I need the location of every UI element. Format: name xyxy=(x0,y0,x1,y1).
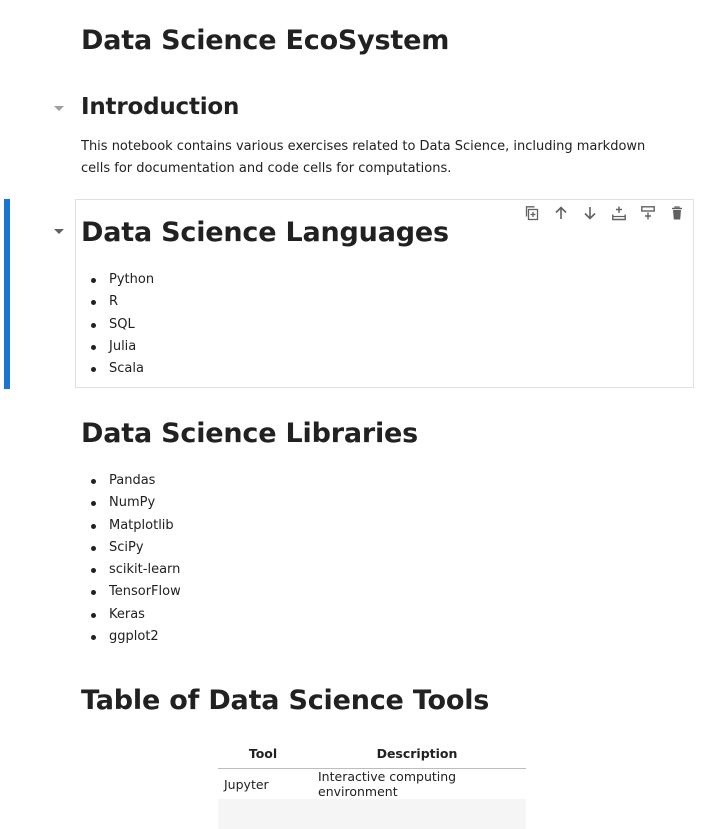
insert-cell-below-icon xyxy=(641,206,655,220)
list-item: SciPy xyxy=(81,537,681,559)
languages-heading: Data Science Languages xyxy=(81,217,449,248)
move-down-icon xyxy=(584,207,596,220)
languages-list: Python R SQL Julia Scala xyxy=(81,269,511,380)
list-item: scikit-learn xyxy=(81,559,681,581)
libraries-heading: Data Science Libraries xyxy=(81,418,418,449)
list-item: R xyxy=(81,291,511,313)
insert-cell-above-button[interactable] xyxy=(609,203,629,223)
list-item: Julia xyxy=(81,336,511,358)
list-item: SQL xyxy=(81,314,511,336)
introduction-cell[interactable]: Introduction This notebook contains vari… xyxy=(81,92,681,180)
move-down-button[interactable] xyxy=(580,203,600,223)
move-up-button[interactable] xyxy=(551,203,571,223)
introduction-paragraph: This notebook contains various exercises… xyxy=(81,139,646,176)
column-header-description: Description xyxy=(308,738,526,769)
collapse-introduction-icon[interactable] xyxy=(54,106,64,111)
table-cell xyxy=(308,799,526,829)
collapse-languages-icon[interactable] xyxy=(54,229,64,234)
duplicate-cell-icon xyxy=(525,206,539,221)
delete-cell-icon xyxy=(672,206,682,220)
insert-cell-below-button[interactable] xyxy=(638,203,658,223)
notebook-title: Data Science EcoSystem xyxy=(81,25,450,56)
cell-toolbar xyxy=(522,203,687,223)
libraries-cell[interactable]: Data Science Libraries Pandas NumPy Matp… xyxy=(81,415,681,648)
table-header-row: Tool Description xyxy=(218,738,526,769)
table-cell: Jupyter xyxy=(224,776,269,792)
insert-cell-above-icon xyxy=(612,206,626,221)
list-item: NumPy xyxy=(81,492,681,514)
list-item: Scala xyxy=(81,358,511,380)
languages-cell[interactable]: Data Science Languages Python R SQL Juli… xyxy=(81,214,511,380)
list-item: Matplotlib xyxy=(81,515,681,537)
active-cell-indicator xyxy=(4,199,10,389)
table-cell: Interactive computing environment xyxy=(318,769,457,799)
table-cell xyxy=(218,799,308,829)
delete-cell-button[interactable] xyxy=(667,203,687,223)
title-cell[interactable]: Data Science EcoSystem xyxy=(81,22,681,60)
table-row: Jupyter Interactive computing environmen… xyxy=(218,769,526,799)
duplicate-cell-button[interactable] xyxy=(522,203,542,223)
introduction-heading: Introduction xyxy=(81,94,240,120)
move-up-icon xyxy=(555,206,567,219)
tools-table: Tool Description Jupyter Interactive com… xyxy=(218,738,526,829)
list-item: Pandas xyxy=(81,470,681,492)
tools-heading: Table of Data Science Tools xyxy=(81,685,490,716)
libraries-list: Pandas NumPy Matplotlib SciPy scikit-lea… xyxy=(81,470,681,648)
tools-cell[interactable]: Table of Data Science Tools xyxy=(81,682,681,720)
table-row xyxy=(218,799,526,829)
list-item: TensorFlow xyxy=(81,581,681,603)
column-header-tool: Tool xyxy=(218,738,308,769)
list-item: ggplot2 xyxy=(81,626,681,648)
list-item: Keras xyxy=(81,604,681,626)
list-item: Python xyxy=(81,269,511,291)
